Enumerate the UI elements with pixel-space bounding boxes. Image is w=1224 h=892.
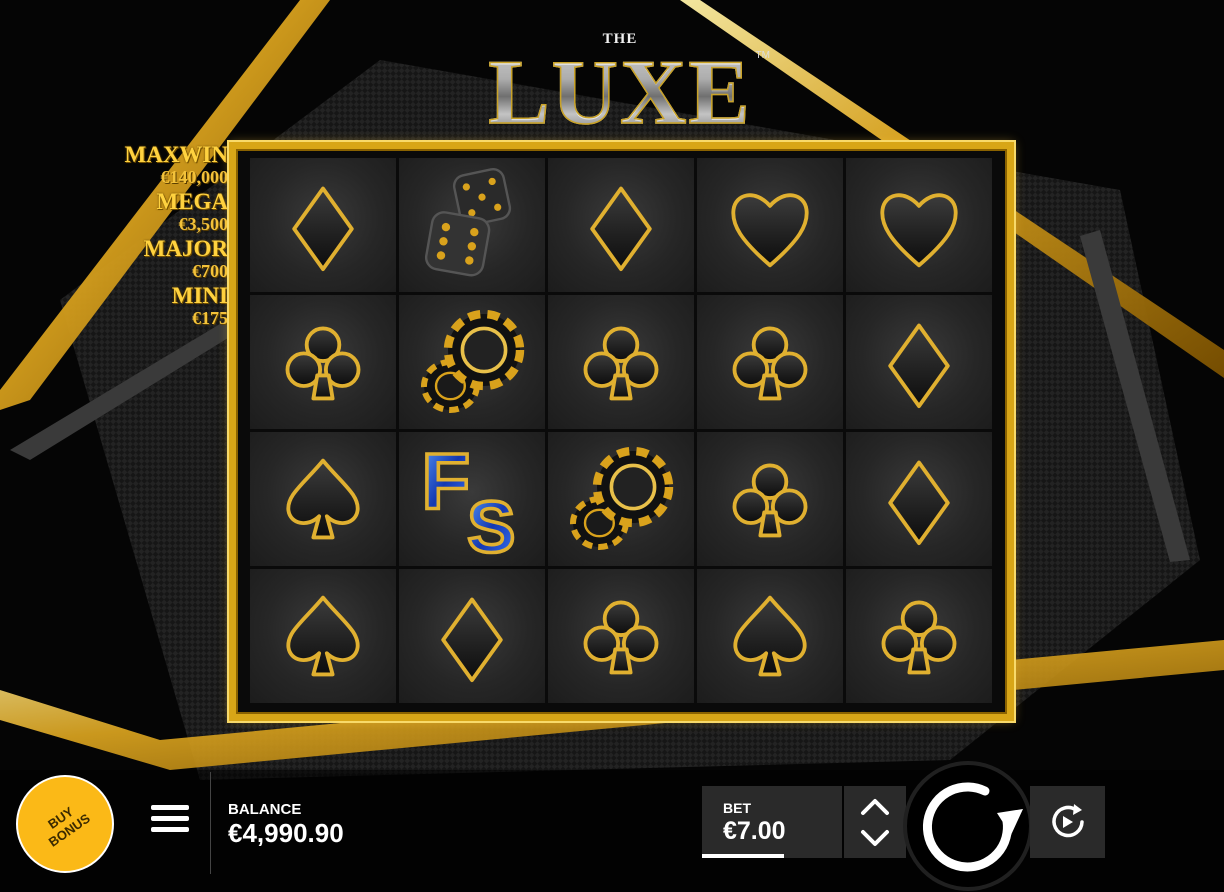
reel-cell bbox=[548, 569, 694, 703]
reel-cell bbox=[697, 432, 843, 566]
balance-value: €4,990.90 bbox=[228, 818, 344, 848]
jackpot-amount-maxwin: €140,000 bbox=[160, 167, 229, 187]
bet-stepper bbox=[844, 786, 906, 858]
reel-grid: FS bbox=[250, 158, 995, 703]
spade-symbol-icon bbox=[286, 458, 360, 540]
reel-cell bbox=[846, 432, 992, 566]
free-spins-symbol-icon: FS bbox=[420, 439, 517, 559]
heart-symbol-icon bbox=[731, 193, 809, 268]
reel-cell bbox=[548, 158, 694, 292]
reel-cell bbox=[399, 158, 545, 292]
diamond-symbol-icon bbox=[888, 323, 950, 409]
game-logo: THE LUXE TM bbox=[470, 30, 770, 142]
spin-icon bbox=[922, 782, 1023, 872]
reel-cell: FS bbox=[399, 432, 545, 566]
bet-increase-icon[interactable] bbox=[856, 792, 894, 820]
club-symbol-icon bbox=[732, 463, 808, 538]
autoplay-icon bbox=[1052, 804, 1084, 838]
jackpot-name-maxwin: MAXWIN bbox=[124, 142, 229, 167]
bet-decrease-icon[interactable] bbox=[856, 824, 894, 852]
reel-cell bbox=[697, 569, 843, 703]
jackpot-amount-mini: €175 bbox=[192, 308, 228, 328]
buy-bonus-button[interactable]: BUY BONUS bbox=[16, 775, 114, 873]
dice-symbol-icon bbox=[424, 168, 512, 277]
reel-cell bbox=[697, 295, 843, 429]
logo-trademark: TM bbox=[755, 50, 770, 61]
reel-cell bbox=[697, 158, 843, 292]
buy-bonus-label: BUY BONUS bbox=[45, 803, 93, 850]
reel-cell bbox=[846, 158, 992, 292]
diamond-symbol-icon bbox=[888, 460, 950, 546]
reel-cell bbox=[250, 158, 396, 292]
reel-cell bbox=[846, 569, 992, 703]
bet-value: €7.00 bbox=[723, 817, 786, 845]
club-symbol-icon bbox=[583, 600, 659, 675]
spin-button[interactable] bbox=[903, 761, 1033, 891]
club-symbol-icon bbox=[285, 326, 361, 401]
reel-cell bbox=[250, 569, 396, 703]
jackpot-name-mini: MINI bbox=[171, 283, 228, 308]
jackpot-name-mega: MEGA bbox=[156, 189, 228, 214]
spade-symbol-icon bbox=[286, 595, 360, 677]
jackpot-list: MAXWIN €140,000 MEGA €3,500 MAJOR €700 M… bbox=[125, 143, 229, 331]
diamond-symbol-icon bbox=[441, 597, 503, 683]
diamond-symbol-icon bbox=[590, 186, 652, 272]
autoplay-button[interactable] bbox=[1030, 786, 1105, 858]
bet-label: BET bbox=[723, 800, 751, 816]
logo-title: LUXE bbox=[470, 45, 770, 139]
reel-cell bbox=[548, 295, 694, 429]
chips-symbol-icon bbox=[421, 309, 525, 413]
reel-cell bbox=[846, 295, 992, 429]
bet-indicator bbox=[702, 854, 784, 858]
bet-display[interactable]: BET €7.00 bbox=[702, 786, 842, 858]
jackpot-name-major: MAJOR bbox=[143, 236, 228, 261]
reel-cell bbox=[250, 295, 396, 429]
balance-label: BALANCE bbox=[228, 801, 302, 818]
heart-symbol-icon bbox=[880, 193, 958, 268]
jackpot-amount-mega: €3,500 bbox=[178, 214, 229, 234]
spade-symbol-icon bbox=[733, 595, 807, 677]
reel-cell bbox=[250, 432, 396, 566]
reel-cell bbox=[548, 432, 694, 566]
diamond-symbol-icon bbox=[292, 186, 354, 272]
reel-cell bbox=[399, 569, 545, 703]
svg-text:F: F bbox=[422, 439, 470, 526]
jackpot-amount-major: €700 bbox=[192, 261, 228, 281]
club-symbol-icon bbox=[732, 326, 808, 401]
hamburger-menu-icon[interactable] bbox=[151, 805, 191, 841]
reel-cell bbox=[399, 295, 545, 429]
club-symbol-icon bbox=[881, 600, 957, 675]
divider bbox=[210, 772, 211, 874]
svg-text:S: S bbox=[467, 488, 515, 559]
chips-symbol-icon bbox=[570, 446, 674, 550]
club-symbol-icon bbox=[583, 326, 659, 401]
